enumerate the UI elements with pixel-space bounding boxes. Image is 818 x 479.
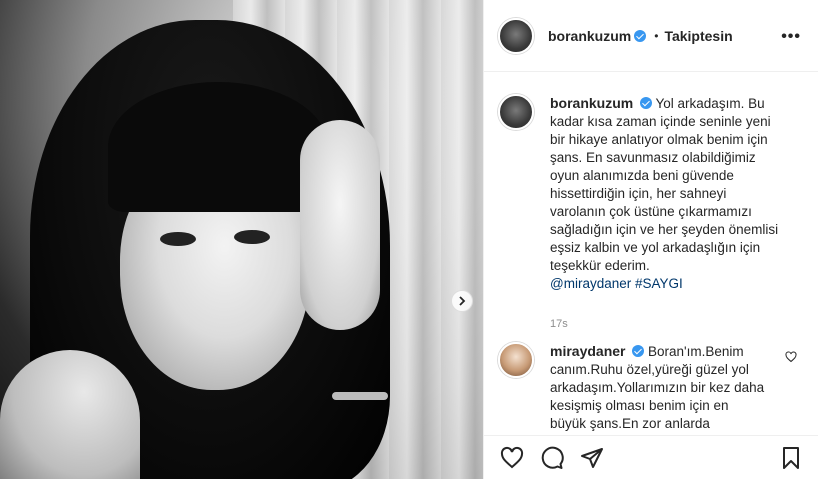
photo-bracelet <box>332 392 388 400</box>
follow-status[interactable]: Takiptesin <box>664 28 732 44</box>
hashtag-link[interactable]: #SAYGI <box>635 276 683 291</box>
heart-icon <box>785 351 797 363</box>
author-avatar[interactable] <box>498 17 534 54</box>
reply-avatar[interactable] <box>498 342 534 378</box>
like-button[interactable] <box>500 446 524 475</box>
post-actions <box>484 435 818 479</box>
more-options-button[interactable]: ••• <box>781 28 801 46</box>
photo-eye-left <box>160 232 196 246</box>
post-side-panel: borankuzum • Takiptesin ••• borankuzum Y… <box>483 0 818 479</box>
heart-icon <box>500 446 524 469</box>
caption-timestamp[interactable]: 17s <box>550 315 785 333</box>
caption-avatar[interactable] <box>498 94 534 130</box>
photo-hand <box>300 120 380 330</box>
comment-like-button[interactable] <box>785 350 797 368</box>
comment-button[interactable] <box>540 446 564 475</box>
chevron-right-icon <box>459 296 466 306</box>
share-button[interactable] <box>580 446 604 475</box>
photo-shoulder <box>0 350 140 479</box>
save-button[interactable] <box>779 446 803 475</box>
bookmark-icon <box>783 447 799 469</box>
photo-bangs <box>108 82 328 212</box>
author-username[interactable]: borankuzum <box>548 28 631 44</box>
comment-icon <box>541 446 564 469</box>
mention-link[interactable]: @miraydaner <box>550 276 631 291</box>
comments-list[interactable]: borankuzum Yol arkadaşım. Bu kadar kısa … <box>484 72 818 435</box>
post-photo[interactable] <box>0 0 483 479</box>
next-photo-button[interactable] <box>451 290 473 312</box>
post-header: borankuzum • Takiptesin ••• <box>484 0 818 72</box>
caption-username[interactable]: borankuzum <box>550 95 633 111</box>
verified-badge-icon <box>632 345 645 357</box>
verified-badge-icon <box>634 29 647 42</box>
photo-eye-right <box>234 230 270 244</box>
caption-comment: borankuzum Yol arkadaşım. Bu kadar kısa … <box>498 94 803 333</box>
reply-comment: miraydaner Boran'ım.Benim canım.Ruhu öze… <box>498 342 803 433</box>
reply-username[interactable]: miraydaner <box>550 343 625 359</box>
verified-badge-icon <box>640 97 652 109</box>
separator-dot: • <box>654 28 659 43</box>
caption-text: Yol arkadaşım. Bu kadar kısa zaman içind… <box>550 96 779 273</box>
share-icon <box>581 448 603 468</box>
